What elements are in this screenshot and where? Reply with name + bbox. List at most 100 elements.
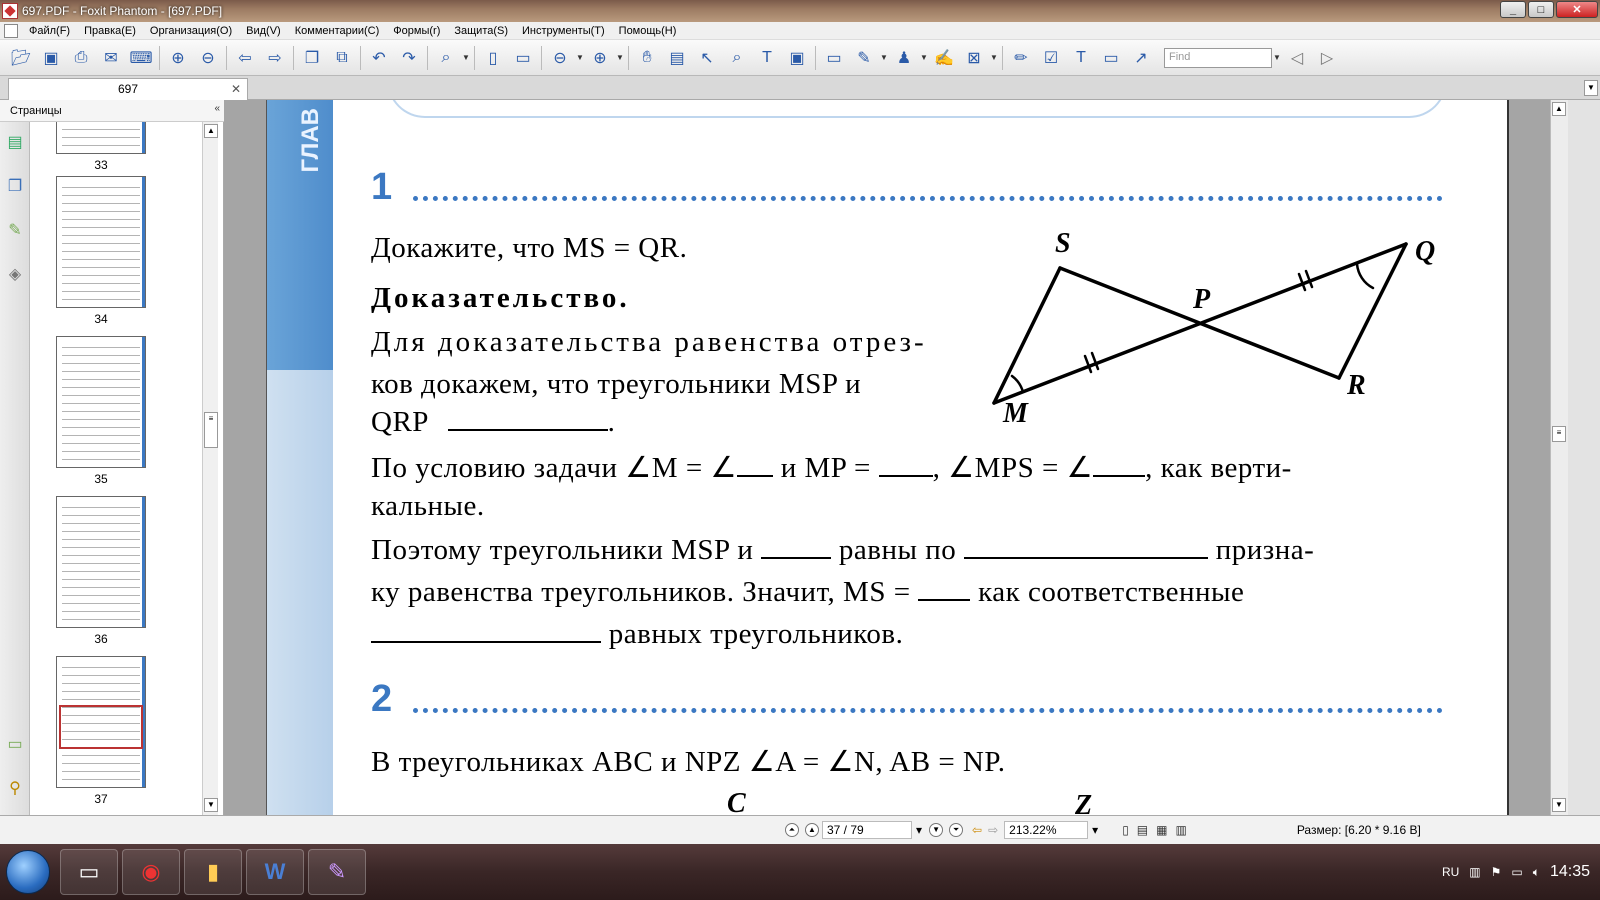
thumbnails-scrollbar[interactable]: ▲ ≡ ▼ — [202, 122, 218, 830]
zoom-in-icon[interactable]: ⊕ — [587, 45, 613, 71]
word-taskbar-icon[interactable]: W — [246, 849, 304, 895]
zoom-field[interactable]: 213.22% — [1004, 821, 1089, 839]
dropdown-arrow-icon[interactable]: ▼ — [575, 45, 585, 71]
network-icon[interactable]: ▥ — [1469, 865, 1480, 879]
tab-close-icon[interactable]: ✕ — [231, 79, 241, 99]
form-icon[interactable]: ☑ — [1038, 45, 1064, 71]
page-thumbnail[interactable] — [56, 496, 146, 628]
hand-icon[interactable]: ✋︎ — [634, 45, 660, 71]
fit-page-icon[interactable]: ▯ — [480, 45, 506, 71]
document-scrollbar[interactable]: ▲ ≡ ▼ — [1550, 100, 1568, 815]
menu-item-5[interactable]: Формы(r) — [386, 25, 447, 37]
redo-icon[interactable]: ↷ — [396, 45, 422, 71]
menu-item-3[interactable]: Вид(V) — [239, 25, 288, 37]
dropdown-arrow-icon[interactable]: ▼ — [879, 45, 889, 71]
page-thumbnail[interactable] — [56, 122, 146, 154]
pages-icon[interactable]: ❐ — [5, 176, 25, 198]
menu-item-1[interactable]: Правка(E) — [77, 25, 143, 37]
select-icon[interactable]: ↖ — [694, 45, 720, 71]
rectangle-icon[interactable]: ▭ — [821, 45, 847, 71]
scroll-thumb[interactable]: ≡ — [204, 412, 218, 448]
scroll-thumb[interactable]: ≡ — [1552, 426, 1566, 442]
dropdown-arrow-icon[interactable]: ▼ — [615, 45, 625, 71]
next-page-icon[interactable]: ▼ — [929, 823, 944, 837]
answer-blank[interactable] — [371, 623, 601, 643]
tab-document[interactable]: 697 ✕ — [8, 78, 248, 100]
menu-item-0[interactable]: Файл(F) — [22, 25, 77, 37]
menu-item-6[interactable]: Защита(S) — [447, 25, 515, 37]
menu-item-7[interactable]: Инструменты(T) — [515, 25, 612, 37]
arrow-icon[interactable]: ↗ — [1128, 45, 1154, 71]
volume-icon[interactable]: 🔈︎ — [1533, 865, 1540, 880]
pencil-icon[interactable]: ✏ — [1008, 45, 1034, 71]
start-button[interactable] — [6, 850, 50, 894]
page-thumbnail[interactable] — [56, 336, 146, 468]
close-button[interactable]: ✕ — [1556, 1, 1598, 18]
forward-icon[interactable]: ⇨ — [262, 45, 288, 71]
zoom-out-icon[interactable]: ⊖ — [547, 45, 573, 71]
email-icon[interactable]: ✉ — [98, 45, 124, 71]
textbox-icon[interactable]: T — [1068, 45, 1094, 71]
back-icon[interactable]: ⇦ — [232, 45, 258, 71]
attachments-icon[interactable]: ⚲ — [5, 778, 25, 800]
answer-blank[interactable] — [878, 457, 933, 477]
last-page-icon[interactable]: ⏷ — [949, 823, 964, 837]
scroll-down-icon[interactable]: ▼ — [1552, 798, 1566, 812]
zoom-dropdown-icon[interactable]: ▾ — [1092, 823, 1098, 837]
answer-blank[interactable] — [447, 411, 608, 431]
scroll-up-icon[interactable]: ▲ — [1552, 102, 1566, 116]
prev-page-icon[interactable]: ▲ — [805, 823, 819, 837]
note-icon[interactable]: ▭ — [1098, 45, 1124, 71]
answer-blank[interactable] — [918, 581, 971, 601]
undo-icon[interactable]: ↶ — [366, 45, 392, 71]
single-page-icon[interactable]: ▯ — [1122, 823, 1129, 837]
maximize-button[interactable]: □ — [1528, 1, 1554, 18]
nav-down-icon[interactable]: ⊖ — [195, 45, 221, 71]
chrome-taskbar-icon[interactable]: ◉ — [122, 849, 180, 895]
continuous-icon[interactable]: ▤ — [1137, 823, 1148, 837]
minimize-button[interactable]: _ — [1500, 1, 1526, 18]
save-icon[interactable]: ▣ — [38, 45, 64, 71]
sign-icon[interactable]: ✍ — [931, 45, 957, 71]
first-page-icon[interactable]: ⏶ — [785, 823, 799, 837]
text-select-icon[interactable]: T — [754, 45, 780, 71]
open-icon[interactable]: 📂︎ — [8, 45, 34, 71]
page-dropdown-icon[interactable]: ▾ — [916, 823, 922, 837]
page-thumbnail[interactable] — [56, 176, 146, 308]
language-indicator[interactable]: RU — [1442, 865, 1459, 879]
snapshot-icon[interactable]: ▤ — [664, 45, 690, 71]
find-next-icon[interactable]: ▷ — [1314, 45, 1340, 71]
facing-icon[interactable]: ▦ — [1156, 823, 1167, 837]
page-extract-icon[interactable]: ⧉ — [329, 45, 355, 71]
print-icon[interactable]: ⎙ — [68, 45, 94, 71]
nav-up-icon[interactable]: ⊕ — [165, 45, 191, 71]
layers-icon[interactable]: ◈ — [5, 264, 25, 286]
forward-view-icon[interactable]: ⇨ — [988, 823, 998, 837]
folder-taskbar-icon[interactable]: ▮ — [184, 849, 242, 895]
foxit-app-icon[interactable] — [2, 3, 18, 19]
menu-item-8[interactable]: Помощь(H) — [612, 25, 684, 37]
explorer-taskbar-icon[interactable]: ▭ — [60, 849, 118, 895]
dropdown-arrow-icon[interactable]: ▼ — [989, 45, 999, 71]
fit-width-icon[interactable]: ▭ — [510, 45, 536, 71]
answer-blank[interactable] — [1093, 457, 1146, 477]
comment-list-icon[interactable]: ▭ — [5, 734, 25, 756]
dropdown-arrow-icon[interactable]: ▼ — [919, 45, 929, 71]
menu-item-2[interactable]: Организация(O) — [143, 25, 239, 37]
find-icon[interactable]: ⌕ — [724, 45, 750, 71]
stamp-icon[interactable]: ♟ — [891, 45, 917, 71]
find-dropdown-icon[interactable]: ▼ — [1272, 45, 1282, 71]
answer-blank[interactable] — [736, 457, 773, 477]
image-icon[interactable]: ▣ — [784, 45, 810, 71]
continuous-facing-icon[interactable]: ▥ — [1175, 823, 1186, 837]
page-thumbnail[interactable] — [56, 656, 146, 788]
bookmarks-icon[interactable]: ▤ — [5, 132, 25, 154]
answer-blank[interactable] — [761, 539, 832, 559]
comments-panel-icon[interactable]: ✎ — [5, 220, 25, 242]
foxit-taskbar-icon[interactable]: ✎ — [308, 849, 366, 895]
tab-list-dropdown[interactable]: ▼ — [1584, 80, 1598, 96]
answer-blank[interactable] — [963, 539, 1208, 559]
lock-icon[interactable]: ⊠ — [961, 45, 987, 71]
scroll-down-icon[interactable]: ▼ — [204, 798, 218, 812]
document-view[interactable]: ГЛАВ 1 Докажите, что MS = QR. Доказатель… — [224, 100, 1550, 815]
